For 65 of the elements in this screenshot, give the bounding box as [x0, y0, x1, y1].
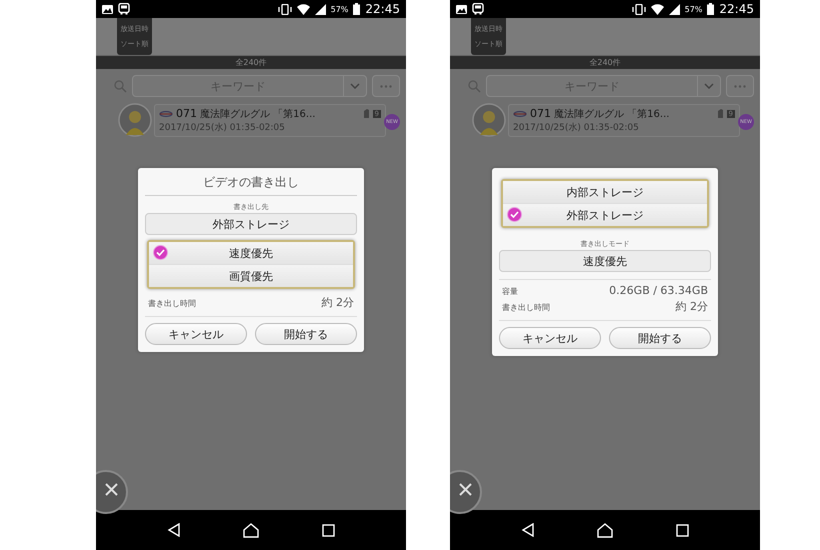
- info-label: 容量: [502, 286, 518, 297]
- info-value: 約 2分: [322, 295, 354, 310]
- recents-icon[interactable]: [676, 524, 689, 536]
- channel-logo-icon: [159, 110, 173, 116]
- chevron-down-icon: [350, 83, 360, 89]
- result-count: 全240件: [589, 57, 621, 68]
- option-select[interactable]: 速度優先: [499, 250, 711, 272]
- battery-percent: 57%: [330, 4, 348, 14]
- program-number: 071: [530, 107, 551, 120]
- channel-logo-icon: [513, 110, 527, 116]
- option-item[interactable]: 画質優先: [149, 264, 353, 287]
- battery-percent: 57%: [684, 4, 702, 14]
- dialog-button[interactable]: キャンセル: [145, 323, 247, 345]
- dialog-title: ビデオの書き出し: [145, 174, 357, 196]
- home-icon[interactable]: [243, 522, 260, 538]
- image-icon: [456, 4, 467, 14]
- avatar: [118, 103, 152, 137]
- home-icon[interactable]: [597, 522, 614, 538]
- close-button[interactable]: [450, 470, 482, 514]
- result-count: 全240件: [235, 57, 267, 68]
- vibrate-icon: [632, 4, 646, 14]
- search-icon: [468, 80, 481, 92]
- clock: 22:45: [719, 2, 754, 16]
- info-label: 書き出し時間: [502, 302, 550, 313]
- signal-icon: [668, 4, 680, 14]
- close-icon: [458, 482, 472, 496]
- info-value: 0.26GB / 63.34GB: [609, 284, 708, 297]
- dialog-button[interactable]: 開始する: [609, 327, 711, 349]
- book-icon: [716, 109, 724, 118]
- program-title: 魔法陣グルグル 「第16...: [200, 108, 316, 120]
- check-icon: [153, 245, 168, 260]
- search-icon: [114, 80, 127, 92]
- close-button[interactable]: [96, 470, 128, 514]
- back-icon[interactable]: [167, 523, 182, 537]
- more-icon: [380, 84, 392, 88]
- battery-icon: [707, 3, 714, 15]
- more-icon: [734, 84, 746, 88]
- option-select[interactable]: 外部ストレージ: [145, 213, 357, 235]
- dialog-button[interactable]: 開始する: [255, 323, 357, 345]
- check-icon: [507, 207, 522, 222]
- close-icon: [104, 482, 118, 496]
- chevron-down-icon: [704, 83, 714, 89]
- clock: 22:45: [365, 2, 400, 16]
- air-date: 2017/10/25(水) 01:35-02:05: [513, 122, 640, 134]
- bus-icon: [472, 3, 484, 15]
- bus-icon: [118, 3, 130, 15]
- dialog-button[interactable]: キャンセル: [499, 327, 601, 349]
- air-date: 2017/10/25(水) 01:35-02:05: [159, 122, 286, 134]
- wifi-icon: [296, 4, 310, 14]
- program-title: 魔法陣グルグル 「第16...: [554, 108, 670, 120]
- battery-icon: [353, 3, 360, 15]
- option-item[interactable]: 外部ストレージ: [503, 203, 707, 226]
- avatar: [472, 103, 506, 137]
- option-item[interactable]: 速度優先: [149, 242, 353, 264]
- vibrate-icon: [278, 4, 292, 14]
- program-number: 071: [176, 107, 197, 120]
- wifi-icon: [650, 4, 664, 14]
- recents-icon[interactable]: [322, 524, 335, 536]
- back-icon[interactable]: [521, 523, 536, 537]
- image-icon: [102, 4, 113, 14]
- signal-icon: [314, 4, 326, 14]
- info-label: 書き出し時間: [148, 298, 196, 309]
- info-value: 約 2分: [676, 299, 708, 314]
- option-item[interactable]: 内部ストレージ: [503, 181, 707, 203]
- book-icon: [362, 109, 370, 118]
